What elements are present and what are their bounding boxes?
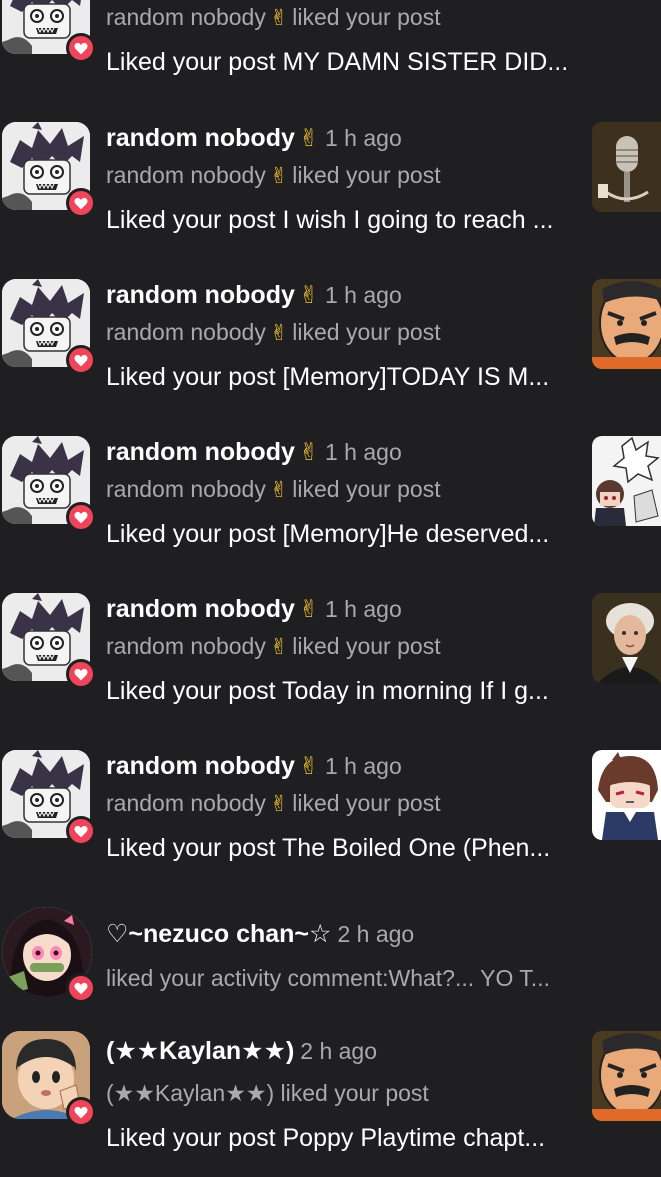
- victory-hand-icon: ✌: [298, 125, 319, 152]
- victory-hand-icon: ✌: [298, 439, 319, 466]
- post-preview: Liked your post I wish I going to reach …: [106, 206, 554, 234]
- victory-hand-icon: ✌: [269, 791, 289, 816]
- username[interactable]: random nobody: [106, 752, 295, 780]
- timestamp: 1 h ago: [325, 439, 402, 465]
- timestamp: 1 h ago: [325, 125, 402, 151]
- action-text: liked your post: [292, 476, 441, 502]
- heart-icon: [66, 345, 96, 375]
- notification-item[interactable]: random nobody ✌ 1 h ago random nobody ✌ like…: [0, 436, 661, 548]
- timestamp: 1 h ago: [325, 753, 402, 779]
- action-text: liked your post: [292, 162, 441, 188]
- victory-hand-icon: ✌: [269, 320, 289, 345]
- timestamp: 1 h ago: [325, 282, 402, 308]
- victory-hand-icon: ✌: [298, 596, 319, 623]
- heart-icon: [66, 188, 96, 218]
- activity-description: random nobody ✌ liked your post: [106, 790, 441, 817]
- timestamp: 2 h ago: [300, 1038, 378, 1064]
- victory-hand-icon: ✌: [298, 282, 319, 309]
- activity-description: (★★Kaylan★★) liked your post: [106, 1080, 429, 1106]
- notification-item[interactable]: random nobody ✌ 1 h ago random nobody ✌ like…: [0, 279, 661, 391]
- notification-item[interactable]: random nobody ✌ liked your post Liked your…: [0, 0, 661, 100]
- activity-description: random nobody ✌ liked your post: [106, 162, 441, 189]
- heart-icon: [66, 33, 96, 63]
- username[interactable]: (★★Kaylan★★): [106, 1037, 294, 1065]
- post-preview: Liked your post The Boiled One (Phen...: [106, 834, 551, 862]
- heart-icon: [66, 973, 96, 1003]
- action-text: liked your post: [292, 633, 441, 659]
- post-preview: Liked your post Poppy Playtime chapt...: [106, 1124, 546, 1152]
- username-line: random nobody ✌ 1 h ago: [106, 752, 402, 781]
- victory-hand-icon: ✌: [269, 477, 289, 502]
- action-text: liked your post: [292, 319, 441, 345]
- actor-name: random nobody: [106, 790, 266, 816]
- microphone-thumbnail[interactable]: [592, 122, 661, 212]
- notification-item[interactable]: (★★Kaylan★★) 2 h ago (★★Kaylan★★) liked y…: [0, 1031, 661, 1152]
- post-preview: Liked your post MY DAMN SISTER DID...: [106, 48, 569, 76]
- victory-hand-icon: ✌: [269, 634, 289, 659]
- angry-man-thumbnail[interactable]: [592, 279, 661, 369]
- notification-item[interactable]: random nobody ✌ 1 h ago random nobody ✌ like…: [0, 593, 661, 705]
- victory-hand-icon: ✌: [298, 753, 319, 780]
- activity-description: random nobody ✌ liked your post: [106, 633, 441, 660]
- timestamp: 2 h ago: [337, 921, 415, 947]
- portrait-painting-thumbnail[interactable]: [592, 593, 661, 683]
- post-preview: Liked your post [Memory]TODAY IS M...: [106, 363, 550, 391]
- timestamp: 1 h ago: [325, 596, 402, 622]
- activity-description: random nobody ✌ liked your post: [106, 476, 441, 503]
- actor-name: random nobody: [106, 476, 266, 502]
- activity-description: random nobody ✌ liked your post: [106, 319, 441, 346]
- notification-item[interactable]: ♡~nezuco chan~☆ 2 h ago liked your activi…: [0, 907, 661, 1003]
- heart-icon: [66, 659, 96, 689]
- victory-hand-icon: ✌: [269, 163, 289, 188]
- username-line: (★★Kaylan★★) 2 h ago: [106, 1036, 377, 1066]
- username-line: random nobody ✌ 1 h ago: [106, 595, 402, 624]
- activity-description: random nobody ✌ liked your post: [106, 4, 441, 31]
- notification-item[interactable]: random nobody ✌ 1 h ago random nobody ✌ like…: [0, 750, 661, 862]
- heart-icon: [66, 816, 96, 846]
- username[interactable]: random nobody: [106, 595, 295, 623]
- sketch-characters-thumbnail[interactable]: [592, 436, 661, 526]
- actor-name: random nobody: [106, 319, 266, 345]
- username-line: random nobody ✌ 1 h ago: [106, 124, 402, 153]
- activity-description: liked your activity comment:What?... YO …: [106, 965, 550, 991]
- username-line: random nobody ✌ 1 h ago: [106, 281, 402, 310]
- username[interactable]: ♡~nezuco chan~☆: [106, 920, 331, 948]
- username[interactable]: random nobody: [106, 281, 295, 309]
- actor-name: random nobody: [106, 162, 266, 188]
- action-text: liked your post: [292, 790, 441, 816]
- heart-icon: [66, 502, 96, 532]
- angry-man-thumbnail[interactable]: [592, 1031, 661, 1121]
- notification-item[interactable]: random nobody ✌ 1 h ago random nobody ✌ like…: [0, 122, 661, 234]
- username[interactable]: random nobody: [106, 438, 295, 466]
- post-preview: Liked your post Today in morning If I g.…: [106, 677, 549, 705]
- victory-hand-icon: ✌: [269, 5, 289, 30]
- actor-name: random nobody: [106, 633, 266, 659]
- heart-icon: [66, 1097, 96, 1127]
- username-line: random nobody ✌ 1 h ago: [106, 438, 402, 467]
- actor-name: random nobody: [106, 4, 266, 30]
- anime-girl-thumbnail[interactable]: [592, 750, 661, 840]
- action-text: liked your post: [292, 4, 441, 30]
- post-preview: Liked your post [Memory]He deserved...: [106, 520, 550, 548]
- username[interactable]: random nobody: [106, 124, 295, 152]
- username-line: ♡~nezuco chan~☆ 2 h ago: [106, 919, 414, 949]
